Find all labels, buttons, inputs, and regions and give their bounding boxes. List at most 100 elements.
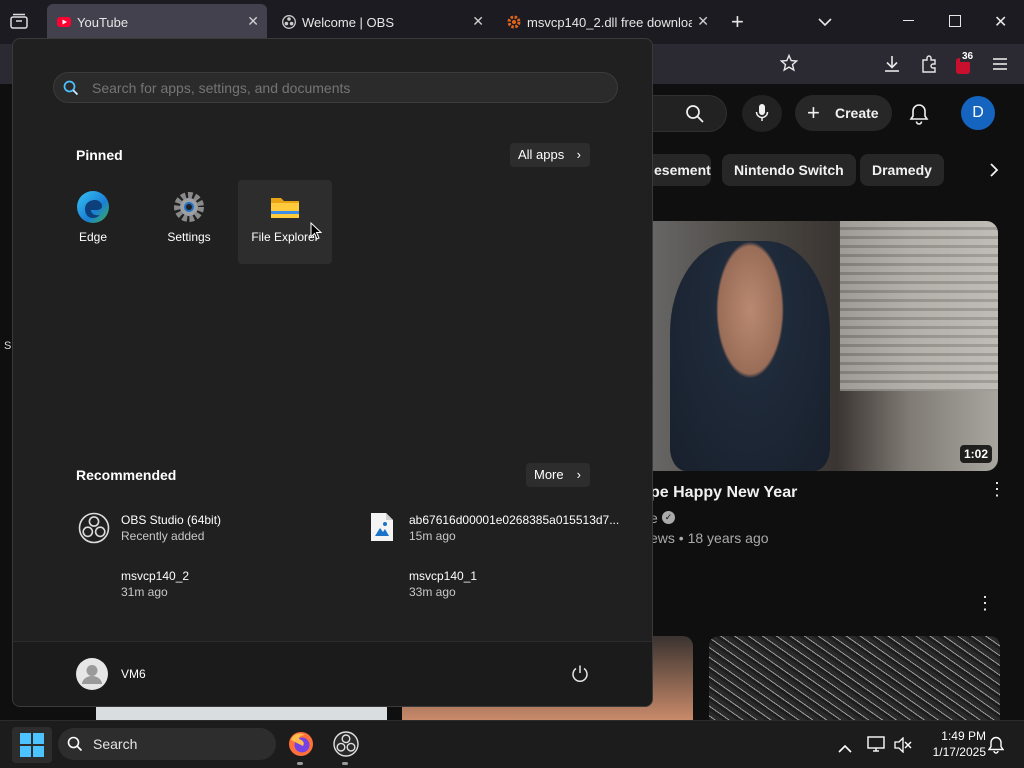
close-window-button[interactable]: ✕ — [994, 12, 1007, 32]
video-duration-badge: 1:02 — [959, 445, 992, 463]
recommended-item-name: OBS Studio (64bit) — [121, 513, 222, 527]
account-avatar[interactable]: D — [961, 96, 995, 130]
start-menu: Pinned All apps › Edge Settings File Exp… — [12, 38, 653, 707]
settings-gear-icon — [174, 192, 204, 222]
verified-icon: ✓ — [662, 511, 675, 524]
search-icon — [63, 80, 79, 96]
new-tab-button[interactable]: + — [731, 9, 744, 35]
thumbnail-window-blinds — [840, 221, 998, 391]
video-more-options-icon[interactable]: ⋮ — [988, 480, 1006, 498]
tab-label: Welcome | OBS — [302, 15, 394, 30]
clock-time: 1:49 PM — [941, 729, 986, 743]
thumbnail-person-silhouette — [670, 241, 830, 471]
start-search-box[interactable] — [53, 72, 618, 103]
recommended-item-obs[interactable]: OBS Studio (64bit) Recently added — [76, 508, 356, 548]
recommended-item-detail: Recently added — [121, 529, 205, 543]
taskbar-search-label: Search — [93, 736, 138, 752]
obs-icon — [78, 512, 110, 544]
plus-icon: + — [807, 100, 820, 125]
search-icon — [686, 105, 704, 123]
create-label: Create — [835, 105, 879, 121]
youtube-search-button[interactable] — [650, 95, 727, 132]
shelf-more-options-icon[interactable]: ⋮ — [976, 593, 994, 614]
recommended-item-msvcp140-2[interactable]: msvcp140_2 31m ago — [76, 564, 356, 604]
chevron-right-icon: › — [576, 147, 581, 162]
tab-label: YouTube — [77, 15, 129, 30]
extension-badge: 36 — [960, 51, 976, 62]
tab-list-icon[interactable] — [10, 13, 28, 29]
pinned-app-edge[interactable]: Edge — [46, 180, 140, 264]
all-apps-button[interactable]: All apps › — [510, 143, 590, 167]
search-icon — [67, 736, 83, 752]
windows-logo-icon — [20, 733, 44, 757]
power-icon[interactable] — [571, 664, 589, 687]
video-thumbnail[interactable]: 1:02 — [640, 221, 998, 471]
tab-obs[interactable]: Welcome | OBS ✕ — [272, 4, 492, 40]
gear-favicon-icon — [507, 15, 521, 29]
video-title[interactable]: pe Happy New Year — [650, 484, 797, 502]
start-button[interactable] — [12, 727, 52, 763]
recommended-item-detail: 33m ago — [409, 585, 456, 599]
recommended-item-name: msvcp140_1 — [409, 569, 478, 583]
mouse-cursor-icon — [310, 222, 322, 240]
minimize-button[interactable] — [903, 20, 914, 21]
notification-bell-icon[interactable] — [987, 736, 1005, 759]
chevron-right-icon[interactable] — [989, 162, 999, 183]
volume-muted-icon[interactable] — [894, 736, 912, 758]
chip-dramedy[interactable]: Dramedy — [860, 154, 944, 186]
start-search-input[interactable] — [90, 78, 594, 98]
video-meta: ews • 18 years ago — [650, 530, 769, 546]
firefox-taskbar-icon[interactable] — [288, 731, 314, 757]
tab-youtube[interactable]: YouTube ✕ — [47, 4, 267, 40]
clock[interactable]: 1:49 PM 1/17/2025 — [920, 728, 986, 762]
recommended-item-detail: 15m ago — [409, 529, 456, 543]
recommended-heading: Recommended — [76, 467, 177, 483]
running-indicator — [297, 762, 303, 765]
obs-taskbar-icon[interactable] — [333, 731, 359, 757]
chevron-down-icon[interactable] — [818, 14, 832, 32]
user-avatar-icon — [76, 658, 108, 690]
recommended-item-name: ab67616d00001e0268385a015513d7... — [409, 513, 620, 527]
create-button[interactable]: + Create — [795, 95, 892, 131]
taskbar: Search 1:49 PM 1/17/2025 — [0, 720, 1024, 768]
user-name: VM6 — [121, 667, 146, 681]
bookmark-star-icon[interactable] — [779, 53, 799, 77]
tab-label: msvcp140_2.dll free download | — [527, 15, 692, 30]
microphone-icon — [755, 104, 769, 121]
pinned-app-label: Settings — [167, 230, 211, 244]
youtube-favicon-icon — [57, 15, 71, 29]
recommended-item-msvcp140-1[interactable]: msvcp140_1 33m ago — [364, 564, 644, 604]
hamburger-menu-icon[interactable] — [993, 57, 1007, 75]
chip-label: Nintendo Switch — [734, 162, 844, 178]
recommended-item-image-file[interactable]: ab67616d00001e0268385a015513d7... 15m ag… — [364, 508, 644, 548]
all-apps-label: All apps — [518, 147, 565, 162]
taskbar-search-box[interactable]: Search — [58, 728, 276, 760]
restore-button[interactable] — [949, 15, 961, 27]
pinned-heading: Pinned — [76, 147, 123, 163]
more-label: More — [534, 467, 564, 482]
recommended-item-detail: 31m ago — [121, 585, 168, 599]
recommended-item-name: msvcp140_2 — [121, 569, 190, 583]
start-menu-footer: VM6 — [13, 641, 652, 706]
tab-msvcp-download[interactable]: msvcp140_2.dll free download | ✕ — [497, 4, 717, 40]
chip-nintendo-switch[interactable]: Nintendo Switch — [722, 154, 856, 186]
network-icon[interactable] — [867, 736, 885, 757]
voice-search-button[interactable] — [742, 95, 782, 132]
notifications-bell-icon[interactable] — [909, 103, 929, 130]
extensions-puzzle-icon[interactable] — [920, 55, 938, 78]
pinned-app-settings[interactable]: Settings — [142, 180, 236, 264]
close-tab-icon[interactable]: ✕ — [697, 13, 709, 30]
more-button[interactable]: More › — [526, 463, 590, 487]
chip-label: Dramedy — [872, 162, 932, 178]
running-indicator — [342, 762, 348, 765]
downloads-icon[interactable] — [883, 55, 901, 78]
chevron-right-icon: › — [576, 467, 581, 482]
thumbnail-bottom-right[interactable] — [709, 636, 1000, 720]
user-account-button[interactable]: VM6 — [76, 657, 196, 691]
folder-icon — [271, 198, 299, 218]
close-tab-icon[interactable]: ✕ — [472, 13, 484, 30]
pinned-app-label: Edge — [78, 230, 108, 244]
show-hidden-icons-chevron-icon[interactable] — [838, 740, 852, 758]
obs-favicon-icon — [282, 15, 296, 29]
close-tab-icon[interactable]: ✕ — [247, 13, 259, 30]
